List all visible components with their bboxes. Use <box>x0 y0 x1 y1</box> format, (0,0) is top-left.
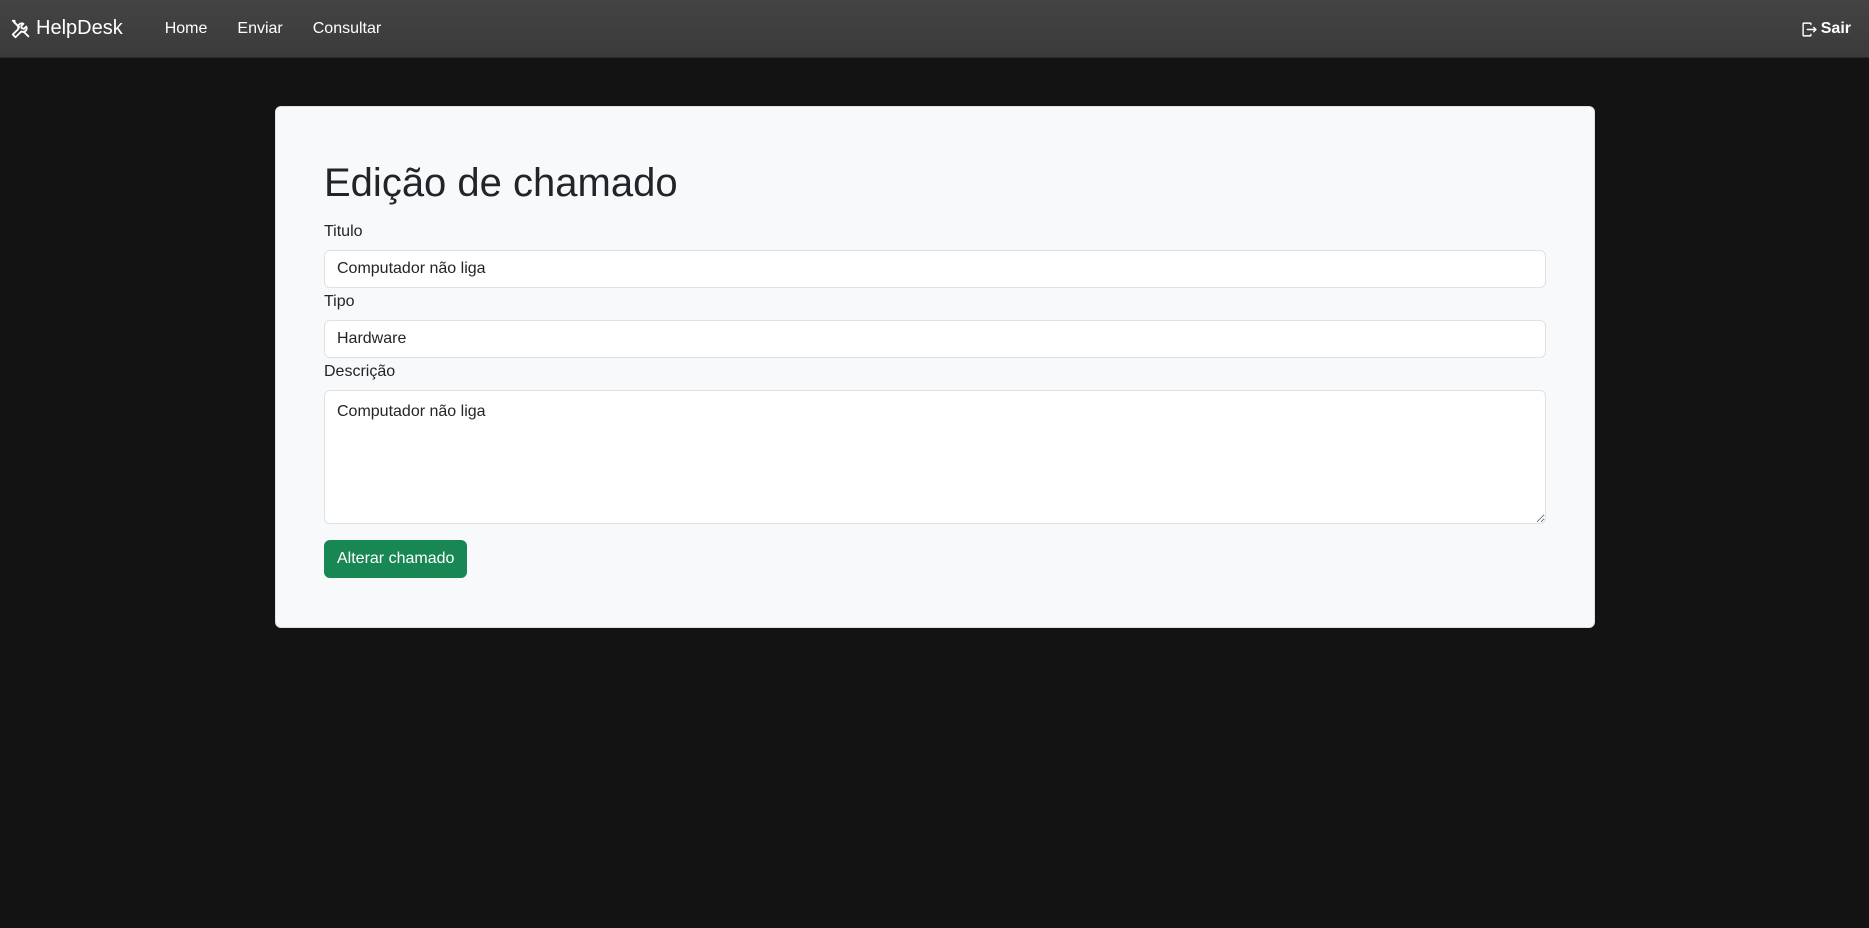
nav-link-home[interactable]: Home <box>150 12 223 46</box>
titulo-label: Titulo <box>324 223 363 240</box>
edit-ticket-card: Edição de chamado Titulo Tipo Descrição … <box>275 106 1595 628</box>
logout-label: Sair <box>1820 20 1851 37</box>
nav-links: Home Enviar Consultar <box>150 12 397 46</box>
logout-link[interactable]: Sair <box>1801 20 1851 38</box>
logout-icon <box>1801 21 1818 38</box>
tipo-input[interactable] <box>324 320 1546 358</box>
nav-link-enviar[interactable]: Enviar <box>222 12 297 46</box>
brand-link[interactable]: HelpDesk <box>10 17 123 40</box>
top-navbar: HelpDesk Home Enviar Consultar Sair <box>0 0 1869 58</box>
tools-icon <box>10 18 32 40</box>
descricao-label: Descrição <box>324 363 396 380</box>
brand-label: HelpDesk <box>36 17 123 39</box>
descricao-textarea[interactable]: Computador não liga <box>324 390 1546 524</box>
titulo-input[interactable] <box>324 250 1546 288</box>
tipo-label: Tipo <box>324 293 355 310</box>
nav-link-consultar[interactable]: Consultar <box>298 12 396 46</box>
alterar-chamado-button[interactable]: Alterar chamado <box>324 540 468 578</box>
page-title: Edição de chamado <box>324 161 678 205</box>
